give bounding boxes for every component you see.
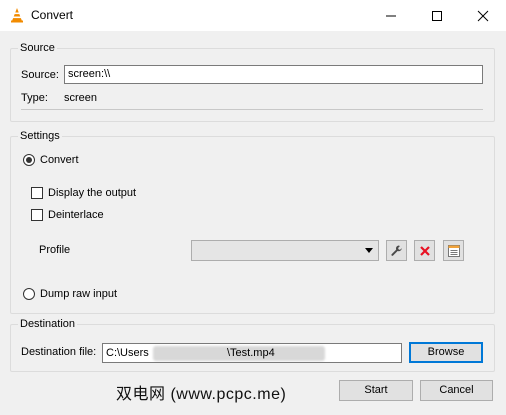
red-x-icon (420, 246, 430, 256)
display-output-checkbox[interactable] (31, 187, 43, 199)
vlc-cone-icon (11, 8, 23, 23)
dump-raw-radio[interactable] (23, 288, 35, 300)
deinterlace-checkbox[interactable] (31, 209, 43, 221)
cancel-button[interactable]: Cancel (420, 380, 493, 401)
minimize-icon (386, 15, 396, 17)
source-label: Source: (21, 69, 59, 81)
minimize-button[interactable] (368, 0, 414, 31)
window-title: Convert (31, 8, 74, 22)
convert-radio[interactable] (23, 154, 35, 166)
close-icon (477, 10, 489, 22)
destination-path-suffix: \Test.mp4 (227, 347, 275, 359)
radio-selected-dot (26, 157, 32, 163)
source-group-title: Source (18, 42, 57, 54)
watermark-text: 双电网 (www.pcpc.me) (116, 386, 287, 403)
chevron-down-icon (365, 248, 373, 253)
type-label: Type: (21, 92, 48, 104)
browse-button[interactable]: Browse (409, 342, 483, 363)
source-separator (21, 109, 483, 110)
destination-path-prefix: C:\Users (106, 347, 149, 359)
new-profile-button[interactable] (443, 240, 464, 261)
dump-raw-label[interactable]: Dump raw input (40, 288, 117, 300)
wrench-icon (391, 245, 402, 256)
source-input[interactable]: screen:\\ (64, 65, 483, 84)
start-button[interactable]: Start (339, 380, 413, 401)
source-group (10, 48, 495, 122)
close-button[interactable] (460, 0, 506, 31)
settings-group-title: Settings (18, 130, 62, 142)
profile-dropdown[interactable] (191, 240, 379, 261)
destination-file-label: Destination file: (21, 346, 97, 358)
maximize-icon (432, 11, 442, 21)
deinterlace-label[interactable]: Deinterlace (48, 209, 104, 221)
display-output-label[interactable]: Display the output (48, 187, 136, 199)
title-bar: Convert (0, 0, 506, 31)
type-value: screen (64, 92, 98, 104)
destination-group-title: Destination (18, 318, 78, 330)
convert-label[interactable]: Convert (40, 154, 79, 166)
maximize-button[interactable] (414, 0, 460, 31)
delete-profile-button[interactable] (414, 240, 435, 261)
list-icon (448, 245, 460, 257)
edit-profile-button[interactable] (386, 240, 407, 261)
destination-file-input[interactable]: C:\Users \Test.mp4 (102, 343, 402, 363)
profile-label: Profile (39, 244, 71, 256)
